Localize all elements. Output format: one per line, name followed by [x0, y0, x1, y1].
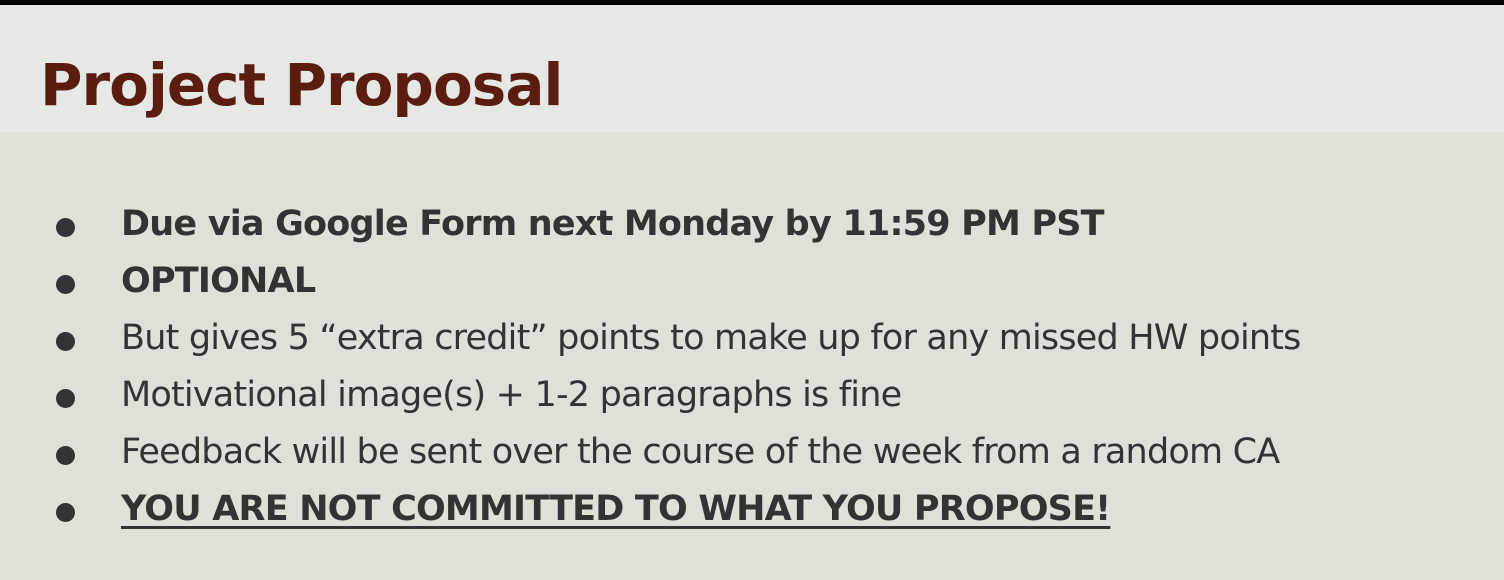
bullet-text: But gives 5 “extra credit” points to mak…	[121, 318, 1301, 358]
bullet-text: Motivational image(s) + 1-2 paragraphs i…	[121, 375, 902, 415]
bullet-dot-icon	[56, 389, 75, 408]
bullet-dot-icon	[56, 446, 75, 465]
bullet-dot-icon	[56, 218, 75, 237]
bullet-text: Feedback will be sent over the course of…	[121, 432, 1280, 472]
bullet-dot-icon	[56, 275, 75, 294]
bullet-dot-icon	[56, 332, 75, 351]
bullet-dot-icon	[56, 503, 75, 522]
bullet-text: Due via Google Form next Monday by 11:59…	[121, 204, 1105, 244]
bullet-text: YOU ARE NOT COMMITTED TO WHAT YOU PROPOS…	[121, 489, 1111, 529]
bullet-text: OPTIONAL	[121, 261, 316, 301]
slide-header: Project Proposal	[0, 5, 1504, 132]
slide-title: Project Proposal	[40, 51, 563, 119]
